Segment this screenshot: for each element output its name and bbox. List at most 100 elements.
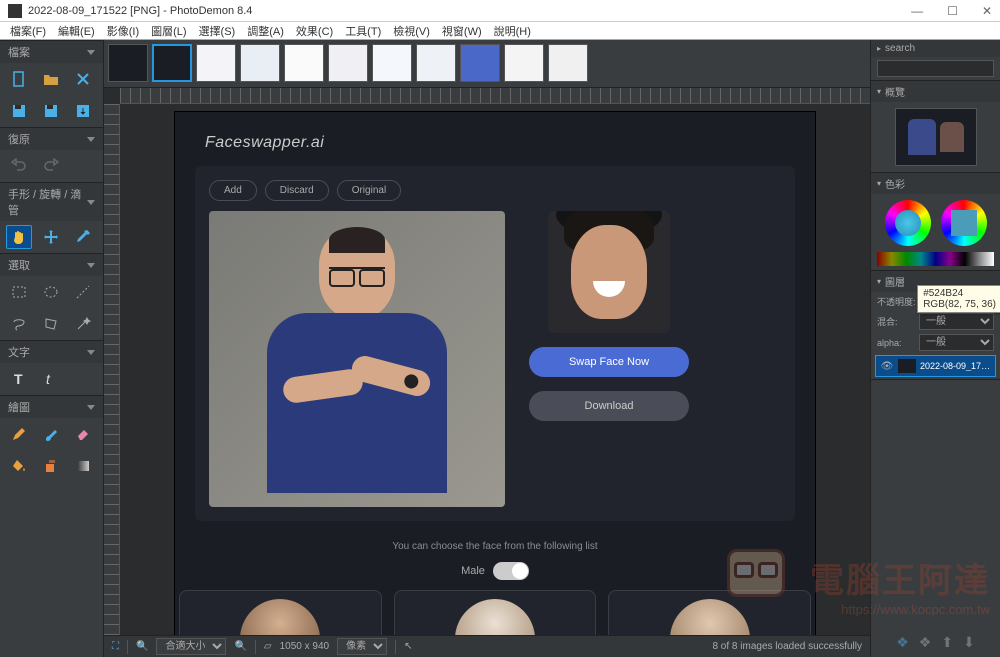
menu-window[interactable]: 視窗(W) — [436, 23, 488, 39]
zoom-select[interactable]: 合適大小 — [156, 638, 226, 655]
minimize-button[interactable]: — — [911, 4, 923, 18]
line-select-tool[interactable] — [70, 280, 96, 304]
save-button[interactable] — [6, 99, 32, 123]
thumbnail-item[interactable] — [328, 44, 368, 82]
vertical-ruler — [104, 104, 120, 635]
rect-select-tool[interactable] — [6, 280, 32, 304]
open-file-button[interactable] — [38, 67, 64, 91]
menu-image[interactable]: 影像(I) — [101, 23, 145, 39]
hand-tool[interactable] — [6, 225, 32, 249]
chevron-down-icon[interactable] — [87, 405, 95, 410]
chevron-down-icon[interactable] — [87, 137, 95, 142]
chevron-down-icon[interactable] — [87, 200, 95, 205]
layer-up-icon[interactable]: ⬆ — [941, 634, 953, 651]
zoom-in-icon[interactable]: 🔍 — [234, 641, 246, 652]
close-button[interactable]: ✕ — [982, 4, 992, 18]
dimensions-label: 1050 x 940 — [280, 641, 330, 652]
gender-toggle[interactable] — [493, 562, 529, 580]
hand-section-label: 手形 / 旋轉 / 滴管 — [8, 186, 87, 218]
cursor-icon: ↖ — [404, 641, 412, 652]
status-message: 8 of 8 images loaded successfully — [712, 641, 862, 652]
faceswapper-title: Faceswapper.ai — [175, 134, 815, 166]
face-option[interactable] — [394, 590, 597, 635]
chevron-down-icon[interactable] — [87, 350, 95, 355]
zoom-out-icon[interactable]: 🔍 — [136, 641, 148, 652]
menu-edit[interactable]: 編輯(E) — [52, 23, 101, 39]
swap-face-button[interactable]: Swap Face Now — [529, 347, 689, 377]
thumbnail-item[interactable] — [240, 44, 280, 82]
svg-text:T: T — [14, 371, 23, 387]
layer-item[interactable]: 👁 2022-08-09_171... — [875, 355, 996, 377]
text-fancy-tool[interactable]: t — [38, 367, 64, 391]
thumbnail-item[interactable] — [548, 44, 588, 82]
menu-select[interactable]: 選擇(S) — [193, 23, 242, 39]
visibility-icon[interactable]: 👁 — [880, 359, 894, 373]
gradient-tool[interactable] — [70, 454, 96, 478]
blend-label: 混合: — [877, 315, 915, 328]
right-panel: ▸search ▾概覽 ▾色彩 ▾圖層 不透明度: 混合:一般 alpha:一般 — [870, 40, 1000, 657]
menu-effect[interactable]: 效果(C) — [290, 23, 339, 39]
move-tool[interactable] — [38, 225, 64, 249]
discard-button[interactable]: Discard — [265, 180, 329, 201]
duplicate-layer-icon[interactable]: ❖ — [919, 634, 932, 651]
menu-help[interactable]: 說明(H) — [488, 23, 537, 39]
undo-button[interactable] — [6, 154, 32, 178]
thumbnail-item[interactable] — [372, 44, 412, 82]
fit-screen-icon[interactable]: ⛶ — [112, 641, 119, 652]
menu-adjust[interactable]: 調整(A) — [241, 23, 290, 39]
save-as-button[interactable] — [38, 99, 64, 123]
add-layer-icon[interactable]: ❖ — [896, 634, 909, 651]
thumbnail-item[interactable] — [196, 44, 236, 82]
face-option[interactable] — [179, 590, 382, 635]
fill-tool[interactable] — [6, 454, 32, 478]
file-section-label: 檔案 — [8, 44, 30, 60]
preview-thumbnail[interactable] — [895, 108, 977, 166]
brush-tool[interactable] — [38, 422, 64, 446]
close-file-button[interactable] — [70, 67, 96, 91]
menu-tools[interactable]: 工具(T) — [339, 23, 387, 39]
new-file-button[interactable] — [6, 67, 32, 91]
thumbnail-item[interactable] — [152, 44, 192, 82]
eyedropper-tool[interactable] — [70, 225, 96, 249]
original-button[interactable]: Original — [337, 180, 401, 201]
image-size-icon: ▱ — [264, 641, 272, 652]
wand-tool[interactable] — [70, 312, 96, 336]
blend-select[interactable]: 一般 — [919, 313, 994, 330]
export-button[interactable] — [70, 99, 96, 123]
document-canvas[interactable]: Faceswapper.ai Add Discard Original — [175, 112, 815, 635]
background-color-wheel[interactable] — [941, 200, 987, 246]
menu-file[interactable]: 檔案(F) — [4, 23, 52, 39]
window-title: 2022-08-09_171522 [PNG] - PhotoDemon 8.4 — [28, 5, 252, 17]
download-button[interactable]: Download — [529, 391, 689, 421]
add-button[interactable]: Add — [209, 180, 257, 201]
thumbnail-item[interactable] — [108, 44, 148, 82]
foreground-color-wheel[interactable] — [885, 200, 931, 246]
horizontal-ruler — [120, 88, 870, 104]
redo-button[interactable] — [38, 154, 64, 178]
ellipse-select-tool[interactable] — [38, 280, 64, 304]
thumbnail-item[interactable] — [504, 44, 544, 82]
chevron-down-icon[interactable] — [87, 263, 95, 268]
face-option[interactable] — [608, 590, 811, 635]
eraser-tool[interactable] — [70, 422, 96, 446]
menu-view[interactable]: 檢視(V) — [387, 23, 436, 39]
lasso-tool[interactable] — [6, 312, 32, 336]
color-swatch-strip[interactable] — [877, 252, 994, 266]
pencil-tool[interactable] — [6, 422, 32, 446]
alpha-select[interactable]: 一般 — [919, 334, 994, 351]
layer-down-icon[interactable]: ⬇ — [963, 634, 975, 651]
unit-select[interactable]: 像素 — [337, 638, 387, 655]
clone-tool[interactable] — [38, 454, 64, 478]
thumbnail-item[interactable] — [416, 44, 456, 82]
chevron-down-icon[interactable] — [87, 50, 95, 55]
search-input[interactable] — [877, 60, 994, 77]
text-section-label: 文字 — [8, 344, 30, 360]
text-tool[interactable]: T — [6, 367, 32, 391]
thumbnail-item[interactable] — [460, 44, 500, 82]
thumbnail-item[interactable] — [284, 44, 324, 82]
undo-section-label: 復原 — [8, 131, 30, 147]
menu-layer[interactable]: 圖層(L) — [145, 23, 192, 39]
maximize-button[interactable]: ☐ — [947, 4, 958, 18]
preview-header: 概覽 — [885, 84, 905, 99]
polygon-select-tool[interactable] — [38, 312, 64, 336]
